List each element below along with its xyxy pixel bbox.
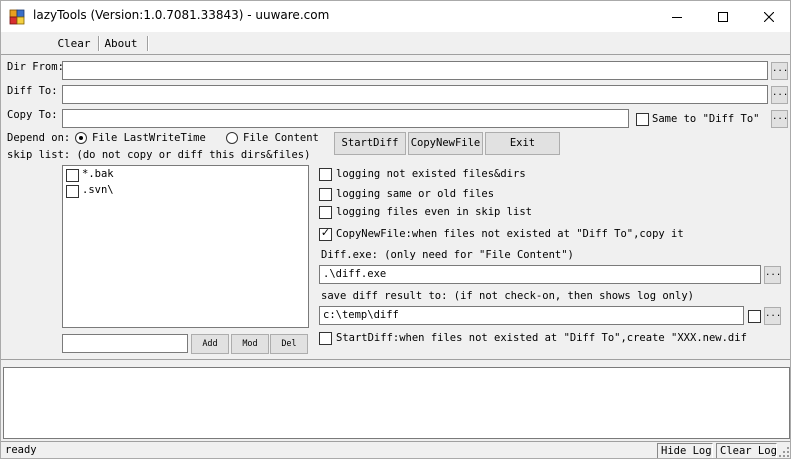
log-output[interactable] <box>3 367 790 439</box>
copy-to-input[interactable] <box>62 109 629 128</box>
radio-file-content[interactable] <box>226 132 238 144</box>
save-diff-label: save diff result to: (if not check-on, t… <box>321 290 694 302</box>
diff-exe-browse-button[interactable]: ... <box>764 266 781 284</box>
start-diff-create-checkbox[interactable] <box>319 332 332 345</box>
maximize-icon <box>718 11 728 22</box>
skip-item-label: .svn\ <box>82 184 114 196</box>
close-button[interactable] <box>746 1 790 32</box>
skip-list-label: skip list: (do not copy or diff this dir… <box>7 149 311 161</box>
copy-new-file-button[interactable]: CopyNewFile <box>408 132 483 155</box>
menu-bar: Clear About <box>1 32 790 54</box>
maximize-button[interactable] <box>700 1 746 32</box>
radio-file-content-label: File Content <box>243 132 319 144</box>
del-skip-button[interactable]: Del <box>270 334 308 354</box>
log-not-existed-label: logging not existed files&dirs <box>336 168 526 180</box>
diff-exe-label: Diff.exe: (only need for "File Content") <box>321 249 574 261</box>
log-not-existed-checkbox[interactable] <box>319 168 332 181</box>
radio-last-write-time-label: File LastWriteTime <box>92 132 206 144</box>
diff-to-browse-button[interactable]: ... <box>771 86 788 104</box>
log-skip-label: logging files even in skip list <box>336 206 532 218</box>
resize-grip-icon[interactable] <box>778 446 790 458</box>
check-mark-icon: ✓ <box>320 226 331 239</box>
minimize-icon <box>672 16 682 18</box>
start-diff-button[interactable]: StartDiff <box>334 132 406 155</box>
diff-to-input[interactable] <box>62 85 768 104</box>
diff-exe-input[interactable]: .\diff.exe <box>319 265 761 284</box>
skip-list[interactable]: *.bak .svn\ <box>62 165 309 328</box>
menu-about[interactable]: About <box>101 35 141 53</box>
start-diff-create-label: StartDiff:when files not existed at "Dif… <box>336 332 747 344</box>
save-diff-input[interactable]: c:\temp\diff <box>319 306 744 325</box>
app-window: lazyTools (Version:1.0.7081.33843) - uuw… <box>0 0 791 459</box>
log-same-old-label: logging same or old files <box>336 188 495 200</box>
menu-separator <box>147 36 149 51</box>
app-icon <box>9 9 25 25</box>
radio-last-write-time[interactable] <box>75 132 87 144</box>
dir-from-label: Dir From: <box>7 61 64 73</box>
log-skip-checkbox[interactable] <box>319 206 332 219</box>
dir-from-input[interactable] <box>62 61 768 80</box>
skip-item-checkbox[interactable] <box>66 185 79 198</box>
mod-skip-button[interactable]: Mod <box>231 334 269 354</box>
hide-log-button[interactable]: Hide Log <box>657 443 713 458</box>
menu-clear[interactable]: Clear <box>53 35 95 53</box>
diff-to-label: Diff To: <box>7 85 58 97</box>
radio-selected-dot <box>79 136 83 140</box>
add-skip-button[interactable]: Add <box>191 334 229 354</box>
depend-on-label: Depend on: <box>7 132 71 144</box>
copy-new-file-checkbox[interactable]: ✓ <box>319 226 332 241</box>
minimize-button[interactable] <box>654 1 700 32</box>
dir-from-browse-button[interactable]: ... <box>771 62 788 80</box>
log-same-old-checkbox[interactable] <box>319 188 332 201</box>
skip-item-checkbox[interactable] <box>66 169 79 182</box>
menu-separator <box>98 36 100 51</box>
copy-new-file-option-label: CopyNewFile:when files not existed at "D… <box>336 228 684 240</box>
status-text: ready <box>5 444 37 456</box>
title-bar: lazyTools (Version:1.0.7081.33843) - uuw… <box>1 1 790 32</box>
menu-divider <box>1 54 790 55</box>
copy-to-label: Copy To: <box>7 109 58 121</box>
save-diff-browse-button[interactable]: ... <box>764 307 781 325</box>
same-to-diff-label: Same to "Diff To" <box>652 113 760 125</box>
same-to-diff-checkbox[interactable] <box>636 113 649 126</box>
save-diff-checkbox[interactable] <box>748 310 761 323</box>
close-icon <box>764 11 774 22</box>
splitter[interactable] <box>1 359 790 366</box>
skip-entry-input[interactable] <box>62 334 188 353</box>
status-bar: ready Hide Log Clear Log <box>1 441 790 458</box>
copy-to-browse-button[interactable]: ... <box>771 110 788 128</box>
window-title: lazyTools (Version:1.0.7081.33843) - uuw… <box>33 8 330 22</box>
skip-item-label: *.bak <box>82 168 114 180</box>
exit-button[interactable]: Exit <box>485 132 560 155</box>
clear-log-button[interactable]: Clear Log <box>716 443 777 458</box>
